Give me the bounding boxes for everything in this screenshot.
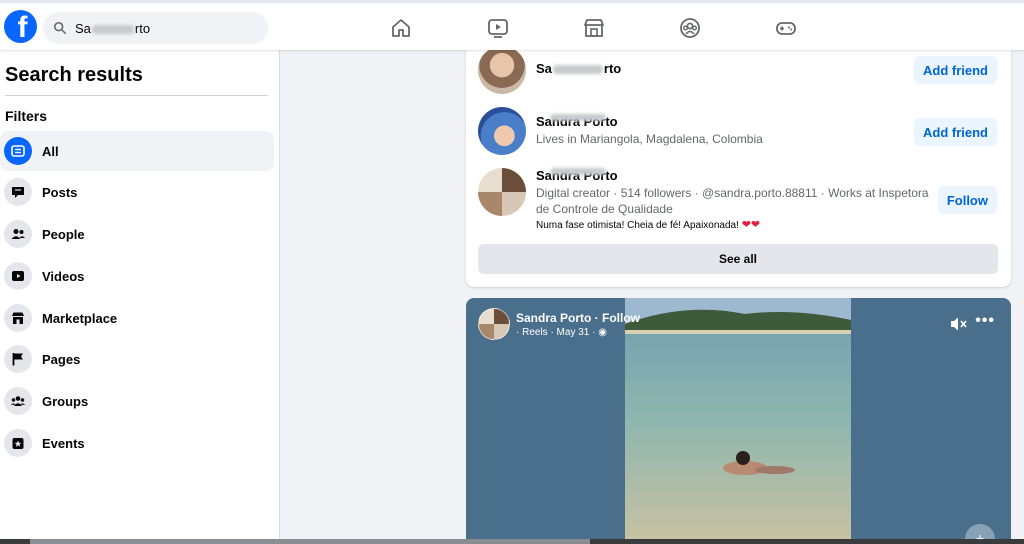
filter-label: Posts — [42, 184, 78, 200]
reel-author[interactable]: Sandra Porto · Follow — [516, 311, 640, 325]
filter-events[interactable]: Events — [0, 423, 274, 463]
pages-icon — [12, 353, 23, 366]
filter-marketplace[interactable]: Marketplace — [0, 298, 274, 338]
filter-label: Pages — [42, 351, 81, 367]
avatar[interactable] — [478, 308, 510, 340]
filter-pages[interactable]: Pages — [0, 339, 274, 379]
people-results-card: Sa rto Add friend Sandra Porto Lives in M… — [466, 46, 1011, 287]
heart-emoji-icon: ❤❤ — [741, 219, 761, 231]
filter-label: Marketplace — [42, 310, 118, 326]
groups-icon[interactable] — [678, 16, 702, 40]
marketplace-icon — [12, 312, 24, 324]
filter-groups[interactable]: Groups — [0, 381, 274, 421]
person-result[interactable]: Sa rto Add friend — [478, 46, 998, 98]
people-icon — [11, 229, 25, 239]
filter-label: Videos — [42, 268, 85, 284]
add-friend-button[interactable]: Add friend — [914, 118, 997, 146]
filter-all[interactable]: All — [0, 131, 274, 171]
person-bio: Numa fase otimista! Cheia de fé! Apaixon… — [536, 219, 761, 231]
filters-label: Filters — [5, 108, 48, 124]
redacted-text — [552, 65, 603, 75]
reel-post[interactable]: Sandra Porto · Follow · Reels · May 31 ·… — [466, 298, 1011, 544]
top-navigation-bar: f Sa rto — [0, 0, 1024, 50]
avatar[interactable] — [478, 168, 526, 216]
filter-people[interactable]: People — [0, 214, 274, 254]
search-sidebar: Search results Filters All Posts People … — [0, 50, 280, 544]
filter-label: All — [42, 143, 59, 159]
filter-label: Events — [42, 435, 85, 451]
person-result[interactable]: Sandra Porto Lives in Mariangola, Magdal… — [478, 107, 998, 159]
person-result[interactable]: Sandra Porto Digital creator · 514 follo… — [478, 166, 998, 238]
mute-icon[interactable] — [950, 316, 968, 332]
more-options-icon[interactable]: ••• — [975, 312, 995, 330]
posts-icon — [12, 187, 24, 198]
reel-video-frame[interactable] — [625, 298, 851, 544]
person-description: Lives in Mariangola, Magdalena, Colombia — [536, 132, 763, 146]
videos-icon — [12, 271, 24, 281]
person-name[interactable]: Sa rto — [536, 61, 621, 76]
redacted-text — [550, 168, 606, 175]
horizontal-scrollbar[interactable] — [0, 539, 1024, 544]
follow-button[interactable]: Follow — [937, 186, 997, 214]
filter-posts[interactable]: Posts — [0, 172, 274, 212]
events-icon — [12, 438, 24, 449]
avatar[interactable] — [478, 46, 526, 94]
filter-label: People — [42, 226, 85, 242]
add-friend-button[interactable]: Add friend — [914, 56, 997, 84]
filter-label: Groups — [42, 393, 89, 409]
video-icon[interactable] — [486, 16, 510, 40]
avatar[interactable] — [478, 107, 526, 155]
person-description: Digital creator · 514 followers · @sandr… — [536, 186, 929, 216]
sidebar-title: Search results — [5, 64, 143, 86]
reel-header: Sandra Porto · Follow · Reels · May 31 ·… — [478, 308, 640, 340]
sidebar-divider — [5, 95, 268, 96]
reel-meta: · Reels · May 31 · ◉ — [516, 326, 607, 338]
globe-icon: ◉ — [598, 326, 607, 338]
filter-videos[interactable]: Videos — [0, 256, 274, 296]
see-all-button[interactable]: See all — [478, 244, 998, 274]
redacted-text — [550, 114, 606, 121]
gaming-icon[interactable] — [774, 16, 798, 40]
feed-icon — [11, 145, 25, 157]
marketplace-icon[interactable] — [582, 16, 606, 40]
groups-icon — [10, 396, 26, 406]
home-icon[interactable] — [389, 16, 413, 40]
